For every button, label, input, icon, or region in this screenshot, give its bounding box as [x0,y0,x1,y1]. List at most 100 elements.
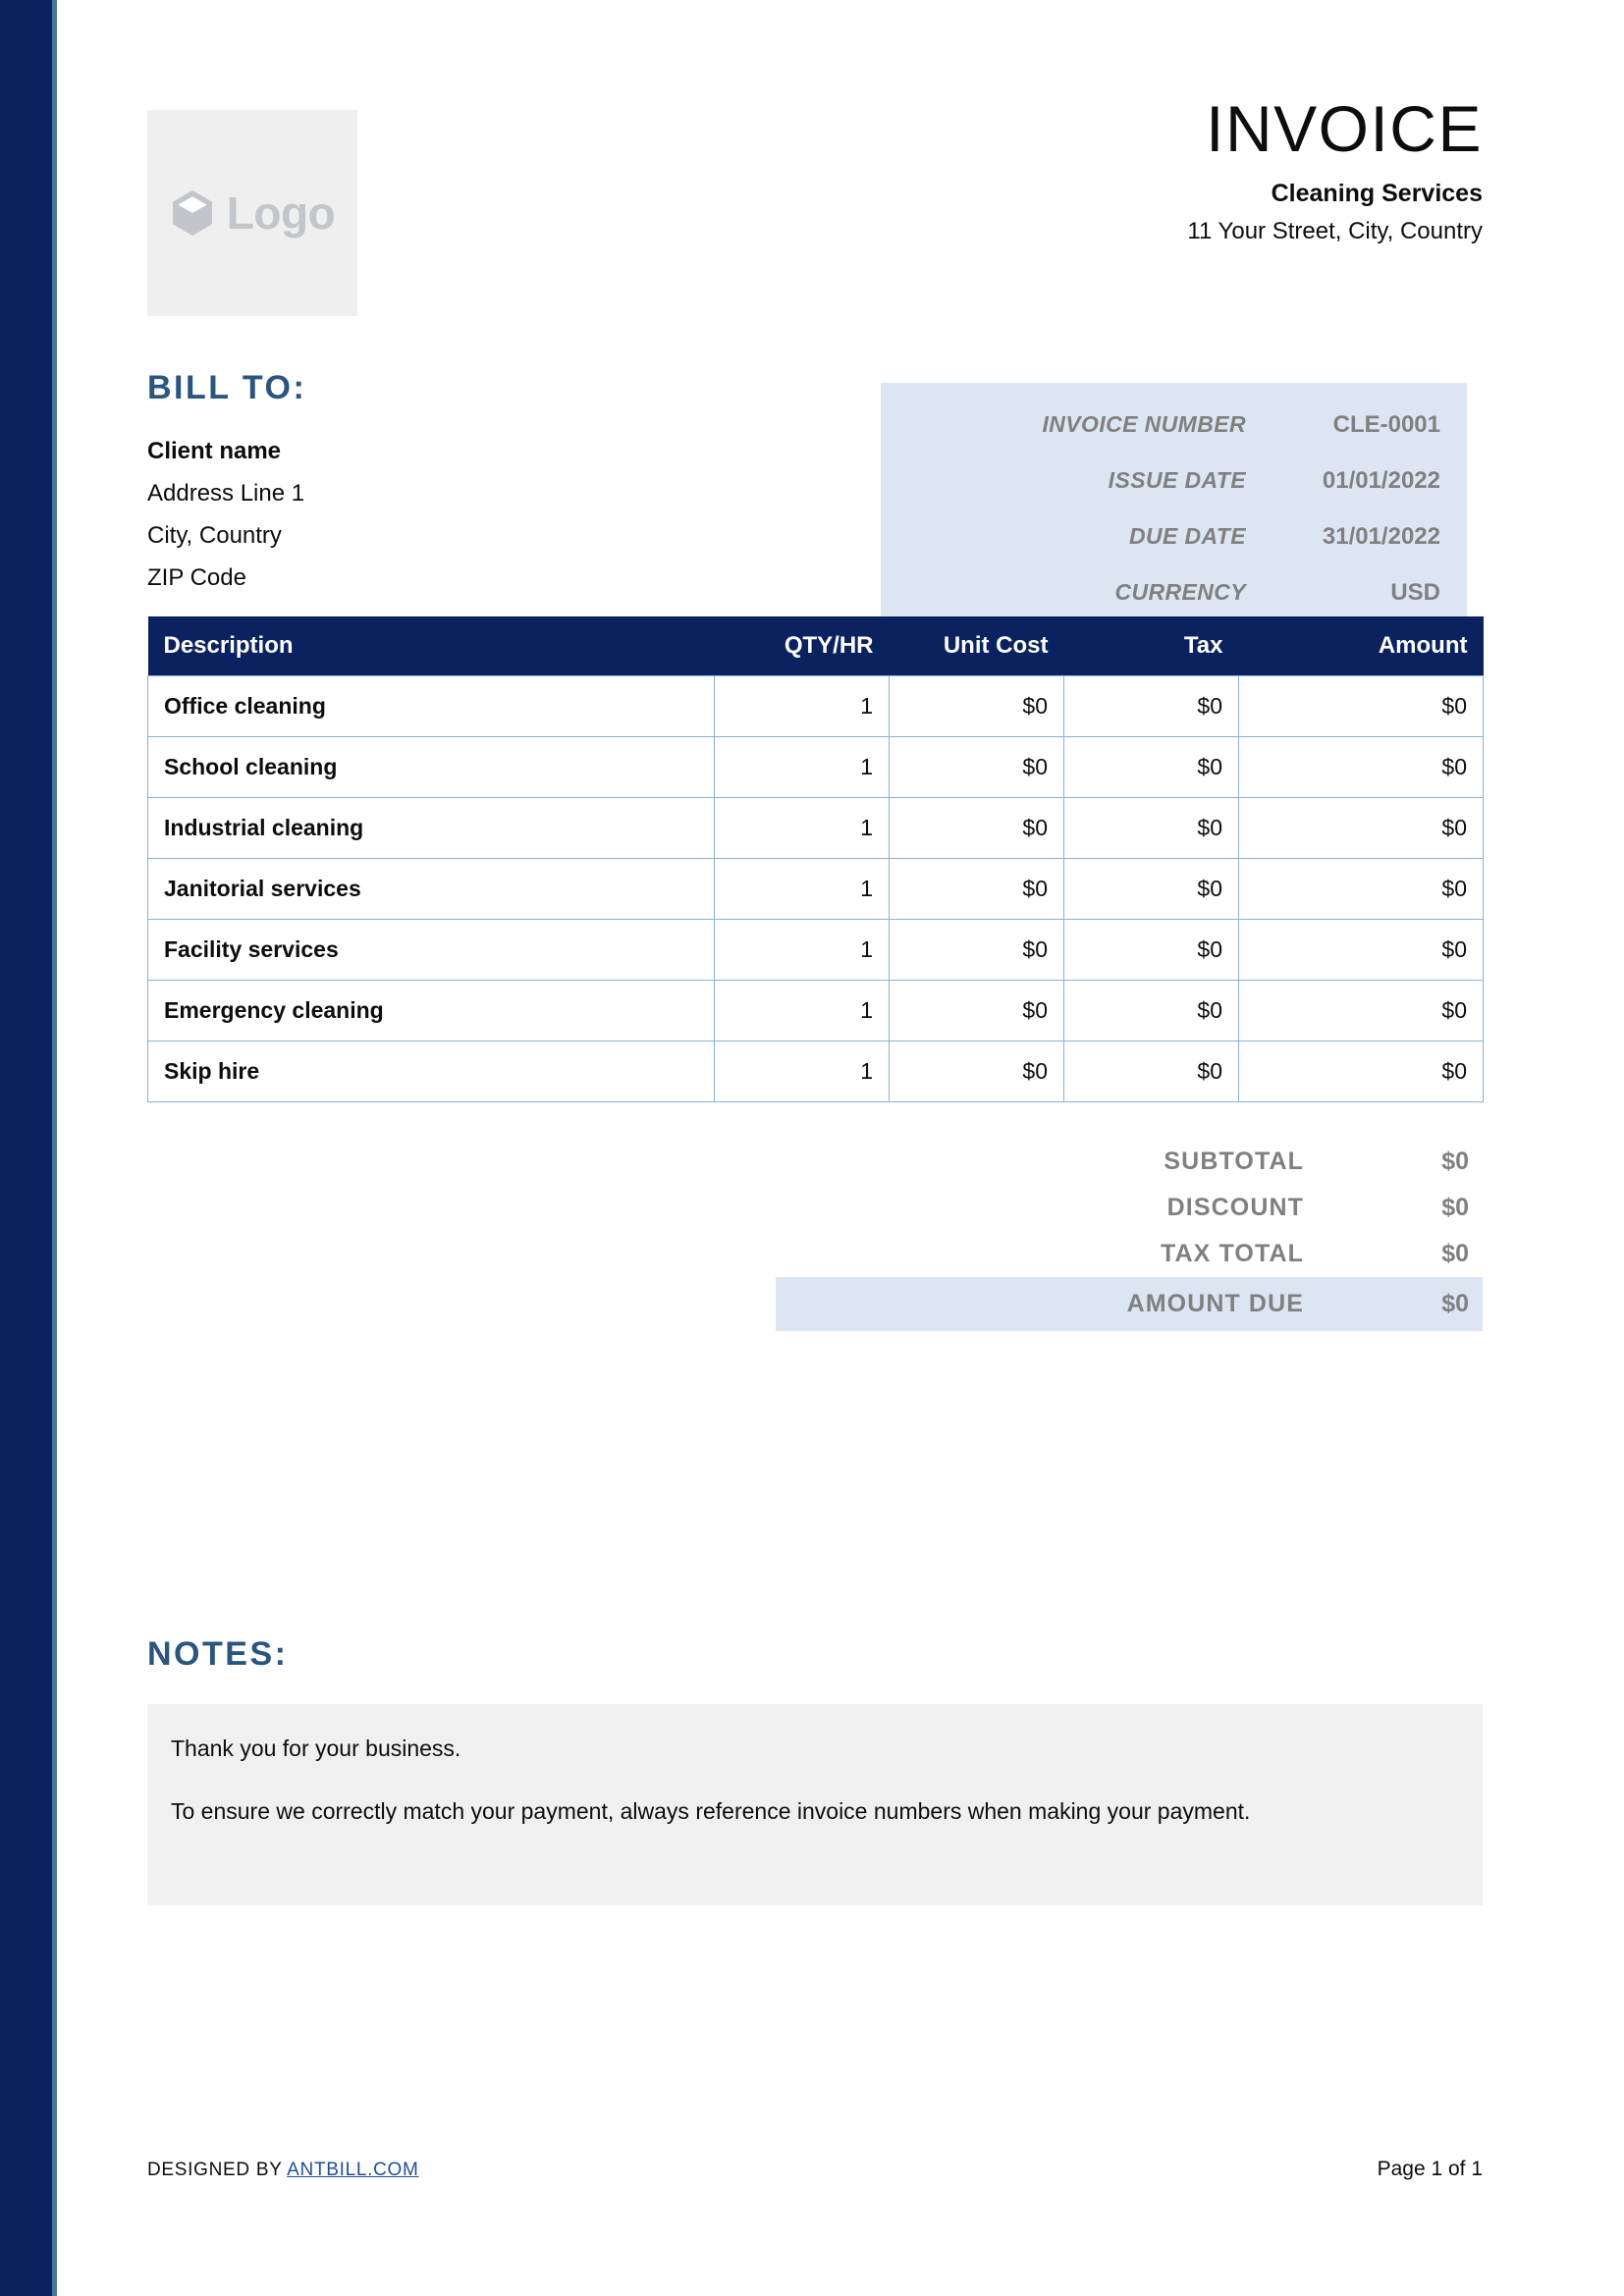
notes-box: Thank you for your business. To ensure w… [147,1703,1483,1905]
cell-description: Emergency cleaning [147,979,715,1041]
antbill-link[interactable]: ANTBILL.COM [287,2160,418,2180]
cell-tax: $0 [1063,674,1239,737]
meta-label-invoice-number: INVOICE NUMBER [1042,411,1246,437]
cell-tax: $0 [1063,796,1239,859]
cell-amount: $0 [1238,1040,1484,1102]
cell-unit-cost: $0 [889,1040,1064,1102]
cell-tax: $0 [1063,735,1239,798]
company-name: Cleaning Services [1271,179,1483,207]
table-row: Facility services 1 $0 $0 $0 [147,918,1484,981]
table-row: Office cleaning 1 $0 $0 $0 [147,674,1484,737]
cell-amount: $0 [1238,735,1484,798]
totals-label-discount: DISCOUNT [1166,1194,1304,1221]
cell-unit-cost: $0 [889,979,1064,1041]
totals-row-tax-total: TAX TOTAL $0 [776,1231,1483,1277]
cell-description: Facility services [147,918,715,981]
logo-placeholder[interactable]: Logo [147,110,357,316]
table-row: School cleaning 1 $0 $0 $0 [147,735,1484,798]
totals-value-subtotal: $0 [1441,1148,1469,1175]
invoice-content: Logo INVOICE Cleaning Services 11 Your S… [147,0,1484,2296]
cell-amount: $0 [1238,918,1484,981]
cell-amount: $0 [1238,796,1484,859]
cell-qty: 1 [714,674,890,737]
line-items-head: Description QTY/HR Unit Cost Tax Amount [147,616,1484,675]
totals-label-subtotal: SUBTOTAL [1164,1148,1304,1175]
bill-to-section: BILL TO: Client name Address Line 1 City… [147,368,776,599]
cell-qty: 1 [714,979,890,1041]
cell-qty: 1 [714,796,890,859]
meta-label-due-date: DUE DATE [1128,523,1246,549]
cell-description: School cleaning [147,735,715,798]
table-row: Industrial cleaning 1 $0 $0 $0 [147,796,1484,859]
totals-row-amount-due: AMOUNT DUE $0 [776,1277,1483,1331]
cell-amount: $0 [1238,979,1484,1041]
bill-to-client-name: Client name [147,437,282,464]
totals-row-discount: DISCOUNT $0 [776,1185,1483,1231]
notes-paragraph-1: Thank you for your business. [171,1735,461,1761]
notes-heading: NOTES: [147,1635,289,1673]
notes-paragraph-2: To ensure we correctly match your paymen… [171,1797,1251,1824]
cell-unit-cost: $0 [889,918,1064,981]
meta-label-currency: CURRENCY [1114,579,1246,605]
line-items-table: Description QTY/HR Unit Cost Tax Amount … [147,616,1484,1102]
page-title: INVOICE [1206,92,1483,165]
cell-qty: 1 [714,1040,890,1102]
meta-label-issue-date: ISSUE DATE [1108,467,1246,493]
cube-icon [172,190,212,236]
meta-value-due-date: 31/01/2022 [1322,522,1440,550]
line-items-body: Office cleaning 1 $0 $0 $0 School cleani… [147,674,1484,1102]
page-footer: DESIGNED BY ANTBILL.COM Page 1 of 1 [147,2158,1483,2181]
table-header-row: Description QTY/HR Unit Cost Tax Amount [147,616,1484,675]
column-header-description: Description [147,616,715,675]
notes-section: NOTES: Thank you for your business. To e… [147,1634,1483,1905]
totals-section: SUBTOTAL $0 DISCOUNT $0 TAX TOTAL $0 AMO… [776,1139,1483,1331]
meta-value-issue-date: 01/01/2022 [1322,466,1440,494]
totals-value-discount: $0 [1441,1194,1469,1221]
company-address: 11 Your Street, City, Country [1187,217,1483,244]
cell-unit-cost: $0 [889,735,1064,798]
cell-tax: $0 [1063,918,1239,981]
logo-label: Logo [226,187,336,239]
cell-description: Skip hire [147,1040,715,1102]
meta-row-currency: CURRENCY USD [881,564,1453,620]
cell-description: Office cleaning [147,674,715,737]
bill-to-city-country: City, Country [147,521,282,549]
meta-row-invoice-number: INVOICE NUMBER CLE-0001 [881,397,1453,453]
cell-qty: 1 [714,857,890,920]
cell-unit-cost: $0 [889,796,1064,859]
table-row: Janitorial services 1 $0 $0 $0 [147,857,1484,920]
cell-unit-cost: $0 [889,674,1064,737]
table-row: Emergency cleaning 1 $0 $0 $0 [147,979,1484,1041]
totals-label-amount-due: AMOUNT DUE [1126,1290,1304,1317]
meta-value-invoice-number: CLE-0001 [1332,410,1440,438]
bill-to-heading: BILL TO: [147,369,307,406]
header-right-block: INVOICE Cleaning Services 11 Your Street… [599,88,1483,246]
totals-label-tax-total: TAX TOTAL [1161,1240,1304,1267]
cell-unit-cost: $0 [889,857,1064,920]
totals-value-tax-total: $0 [1441,1240,1469,1267]
cell-qty: 1 [714,918,890,981]
meta-row-issue-date: ISSUE DATE 01/01/2022 [881,453,1453,508]
invoice-page: Logo INVOICE Cleaning Services 11 Your S… [0,0,1624,2296]
meta-value-currency: USD [1390,578,1440,606]
bill-to-zip-code: ZIP Code [147,563,246,591]
cell-amount: $0 [1238,674,1484,737]
column-header-qty: QTY/HR [714,616,890,675]
cell-qty: 1 [714,735,890,798]
column-header-unit-cost: Unit Cost [889,616,1064,675]
invoice-header: Logo INVOICE Cleaning Services 11 Your S… [147,92,1483,326]
cell-description: Industrial cleaning [147,796,715,859]
cell-description: Janitorial services [147,857,715,920]
totals-row-subtotal: SUBTOTAL $0 [776,1139,1483,1185]
designed-by-prefix: DESIGNED BY [147,2160,288,2180]
cell-tax: $0 [1063,1040,1239,1102]
cell-tax: $0 [1063,857,1239,920]
totals-value-amount-due: $0 [1441,1290,1469,1317]
designed-by-text: DESIGNED BY ANTBILL.COM [147,2160,419,2181]
column-header-tax: Tax [1063,616,1239,675]
left-accent-stripe [0,0,57,2296]
page-indicator: Page 1 of 1 [1377,2158,1483,2180]
table-row: Skip hire 1 $0 $0 $0 [147,1040,1484,1102]
meta-row-due-date: DUE DATE 31/01/2022 [881,508,1453,564]
bill-to-address-line-1: Address Line 1 [147,479,305,507]
